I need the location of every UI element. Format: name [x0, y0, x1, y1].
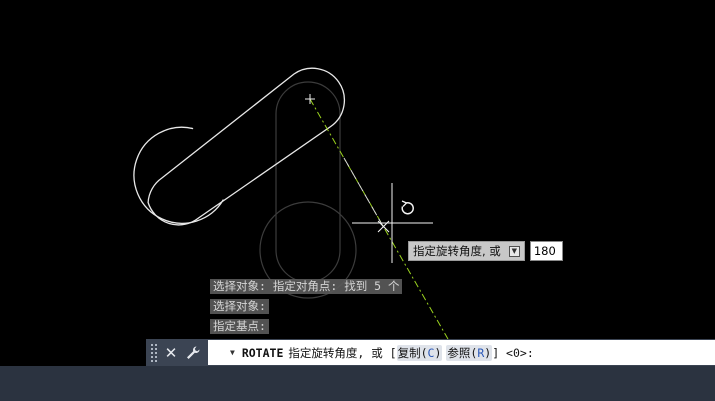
wrench-icon-glyph — [187, 345, 200, 359]
option-reference[interactable]: 参照(R) — [446, 344, 493, 361]
dynamic-options-arrow-icon[interactable]: ▼ — [508, 245, 520, 257]
close-icon[interactable]: ✕ — [160, 339, 182, 366]
command-history-line: 选择对象: 指定对角点: 找到 5 个 — [210, 279, 403, 294]
command-history-line: 选择对象: — [210, 299, 269, 314]
model-space-canvas[interactable] — [0, 0, 715, 366]
grip-handle-icon[interactable] — [150, 343, 158, 362]
command-prompt: 指定旋转角度, 或 [ — [288, 345, 397, 360]
rotated-circle-arc — [133, 126, 224, 224]
dynamic-input-prompt-text: 指定旋转角度, 或 — [413, 244, 501, 258]
chevron-down-icon[interactable]: ▼ — [230, 348, 235, 357]
original-slot — [275, 81, 341, 283]
command-suffix: ] <0>: — [492, 345, 534, 360]
command-line-bar: ✕ ▼ ROTATE 指定旋转角度, 或 [ 复制(C) 参照(R) ] <0>… — [146, 339, 715, 366]
option-copy[interactable]: 复制(C) — [396, 344, 443, 361]
command-name: ROTATE — [241, 345, 284, 360]
dynamic-input-prompt: 指定旋转角度, 或 ▼ — [408, 241, 525, 261]
option-close: ) — [484, 345, 492, 360]
wrench-icon[interactable] — [182, 339, 204, 366]
dynamic-input-tooltip: 指定旋转角度, 或 ▼ — [408, 241, 563, 261]
status-bar — [0, 366, 715, 401]
option-label: 参照( — [447, 345, 478, 360]
rotate-cursor-icon — [401, 200, 414, 215]
rotation-angle-input[interactable] — [529, 241, 563, 261]
option-close: ) — [434, 345, 442, 360]
rotated-slot — [147, 67, 346, 226]
base-point-plus-icon — [305, 94, 315, 104]
drawing-area[interactable] — [0, 0, 715, 366]
command-history-line: 指定基点: — [210, 319, 269, 334]
rotated-geometry — [133, 67, 346, 226]
command-input[interactable]: ▼ ROTATE 指定旋转角度, 或 [ 复制(C) 参照(R) ] <0>: — [208, 340, 715, 365]
option-label: 复制( — [397, 345, 428, 360]
